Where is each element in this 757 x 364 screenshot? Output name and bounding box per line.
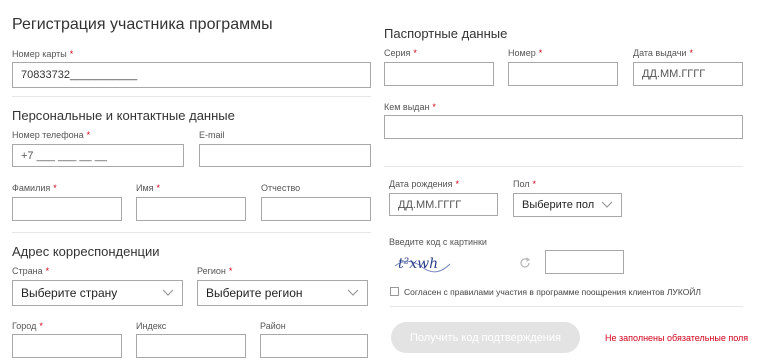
agree-label: Согласен с правилами участия в программе… xyxy=(404,287,701,297)
number-input[interactable] xyxy=(508,62,618,86)
passport-section-title: Паспортные данные xyxy=(384,26,508,41)
card-number-label: Номер карты * xyxy=(12,49,74,59)
page-title: Регистрация участника программы xyxy=(12,16,273,33)
gender-select[interactable]: Выберите пол xyxy=(513,193,622,217)
address-section-title: Адрес корреспонденции xyxy=(12,244,160,259)
divider xyxy=(12,96,371,97)
series-label: Серия * xyxy=(384,48,417,58)
chevron-down-icon xyxy=(162,289,174,296)
patronymic-input[interactable] xyxy=(261,197,371,221)
divider xyxy=(384,166,743,167)
email-label: E-mail xyxy=(199,130,225,140)
issued-by-input[interactable] xyxy=(384,115,743,139)
email-input[interactable] xyxy=(199,144,371,167)
get-code-button[interactable]: Получить код подтверждения xyxy=(391,322,580,353)
error-message: Не заполнены обязательные поля xyxy=(605,333,749,343)
chevron-down-icon xyxy=(601,201,613,208)
surname-input[interactable] xyxy=(12,197,122,221)
card-number-input[interactable]: 70833732___________ xyxy=(12,62,371,88)
index-label: Индекс xyxy=(136,321,167,331)
chevron-down-icon xyxy=(347,289,359,296)
captcha-input[interactable] xyxy=(545,250,624,274)
personal-section-title: Персональные и контактные данные xyxy=(12,108,235,123)
index-input[interactable] xyxy=(136,334,246,358)
number-label: Номер * xyxy=(508,48,543,58)
agree-checkbox[interactable] xyxy=(390,287,399,296)
city-label: Город * xyxy=(12,321,43,331)
surname-label: Фамилия * xyxy=(12,183,57,193)
captcha-label: Введите код с картинки xyxy=(389,237,487,247)
captcha-image: t²xwh xyxy=(392,252,454,274)
district-input[interactable] xyxy=(260,334,368,358)
district-label: Район xyxy=(260,321,286,331)
region-select[interactable]: Выберите регион xyxy=(197,280,368,306)
birth-date-input[interactable]: ДД.ММ.ГГГГ xyxy=(389,193,498,216)
issued-by-label: Кем выдан * xyxy=(384,102,436,112)
name-label: Имя * xyxy=(136,183,161,193)
phone-input[interactable]: +7 ___ ___ __ __ xyxy=(12,144,184,167)
refresh-icon[interactable] xyxy=(518,256,532,270)
country-select[interactable]: Выберите страну xyxy=(12,280,183,306)
name-input[interactable] xyxy=(136,197,246,221)
series-input[interactable] xyxy=(384,62,494,86)
city-input[interactable] xyxy=(12,334,122,358)
region-label: Регион * xyxy=(197,266,233,276)
issue-date-label: Дата выдачи * xyxy=(633,48,693,58)
gender-label: Пол * xyxy=(513,179,537,189)
divider xyxy=(12,232,371,233)
patronymic-label: Отчество xyxy=(261,183,301,193)
birth-date-label: Дата рождения * xyxy=(389,179,460,189)
phone-label: Номер телефона * xyxy=(12,130,91,140)
svg-text:t²xwh: t²xwh xyxy=(398,256,438,272)
issue-date-input[interactable]: ДД.ММ.ГГГГ xyxy=(633,62,743,86)
country-label: Страна * xyxy=(12,266,50,276)
divider xyxy=(390,306,743,307)
